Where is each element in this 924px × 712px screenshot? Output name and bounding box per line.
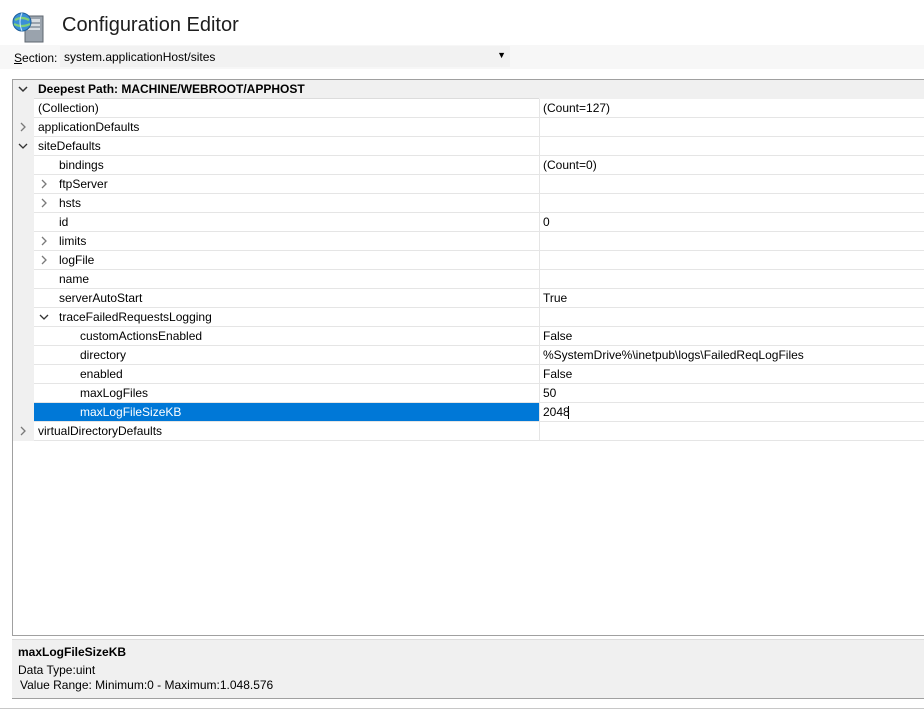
property-name: serverAutoStart: [59, 291, 143, 305]
section-dropdown[interactable]: system.applicationHost/sites ▼: [60, 46, 510, 67]
property-name: maxLogFiles: [80, 386, 149, 400]
config-editor-icon: [11, 10, 47, 46]
deepest-path-label: Deepest Path: MACHINE/WEBROOT/APPHOST: [38, 82, 305, 96]
info-property-name: maxLogFileSizeKB: [18, 645, 127, 659]
table-row[interactable]: serverAutoStart True: [13, 289, 924, 308]
chevron-down-icon: ▼: [497, 50, 506, 60]
property-name: bindings: [59, 158, 104, 172]
property-name: name: [59, 272, 90, 286]
property-value: 50: [543, 386, 557, 400]
table-row-selected[interactable]: maxLogFileSizeKB 2048: [13, 403, 924, 422]
property-name: ftpServer: [59, 177, 108, 191]
table-row[interactable]: siteDefaults: [13, 137, 924, 156]
page-title: Configuration Editor: [62, 14, 239, 36]
property-value: (Count=0): [543, 158, 597, 172]
property-name: limits: [59, 234, 87, 248]
value-edit-field[interactable]: 2048: [539, 403, 924, 422]
info-data-type: Data Type:uint: [18, 663, 96, 677]
table-row[interactable]: name: [13, 270, 924, 289]
table-row[interactable]: customActionsEnabled False: [13, 327, 924, 346]
table-row[interactable]: limits: [13, 232, 924, 251]
property-name: (Collection): [38, 101, 99, 115]
property-name: hsts: [59, 196, 82, 210]
property-name: virtualDirectoryDefaults: [38, 424, 163, 438]
text-caret: [568, 406, 569, 419]
property-value: False: [543, 329, 573, 343]
property-name: directory: [80, 348, 127, 362]
property-name: traceFailedRequestsLogging: [59, 310, 212, 324]
table-row[interactable]: (Collection) (Count=127): [13, 99, 924, 118]
property-name: id: [59, 215, 69, 229]
property-name: siteDefaults: [38, 139, 101, 153]
info-value-range: Value Range: Minimum:0 - Maximum:1.048.5…: [20, 678, 274, 692]
table-row[interactable]: logFile: [13, 251, 924, 270]
section-value: system.applicationHost/sites: [64, 50, 216, 64]
property-value: 2048: [543, 405, 570, 419]
property-name: applicationDefaults: [38, 120, 140, 134]
table-row[interactable]: virtualDirectoryDefaults: [13, 422, 924, 441]
chevron-right-icon[interactable]: [38, 195, 52, 211]
chevron-right-icon[interactable]: [17, 119, 31, 135]
table-row[interactable]: bindings (Count=0): [13, 156, 924, 175]
property-value: %SystemDrive%\inetpub\logs\FailedReqLogF…: [543, 348, 804, 362]
table-row[interactable]: ftpServer: [13, 175, 924, 194]
chevron-down-icon[interactable]: [17, 81, 31, 97]
table-row[interactable]: applicationDefaults: [13, 118, 924, 137]
chevron-right-icon[interactable]: [38, 176, 52, 192]
chevron-right-icon[interactable]: [17, 423, 31, 439]
grid-header-row[interactable]: Deepest Path: MACHINE/WEBROOT/APPHOST: [13, 80, 924, 99]
property-name: logFile: [59, 253, 95, 267]
divider: [0, 708, 924, 709]
property-grid[interactable]: Deepest Path: MACHINE/WEBROOT/APPHOST (C…: [12, 79, 924, 636]
property-name: customActionsEnabled: [80, 329, 203, 343]
table-row[interactable]: enabled False: [13, 365, 924, 384]
chevron-down-icon[interactable]: [17, 138, 31, 154]
property-name: enabled: [80, 367, 123, 381]
chevron-right-icon[interactable]: [38, 233, 52, 249]
table-row[interactable]: maxLogFiles 50: [13, 384, 924, 403]
property-value: 0: [543, 215, 550, 229]
section-label: Section:: [14, 51, 58, 65]
property-value: True: [543, 291, 568, 305]
table-row[interactable]: traceFailedRequestsLogging: [13, 308, 924, 327]
property-info-panel: maxLogFileSizeKB Data Type:uint Value Ra…: [12, 639, 924, 699]
chevron-down-icon[interactable]: [38, 309, 52, 325]
chevron-right-icon[interactable]: [38, 252, 52, 268]
property-value: False: [543, 367, 573, 381]
table-row[interactable]: id 0: [13, 213, 924, 232]
table-row[interactable]: hsts: [13, 194, 924, 213]
property-value: (Count=127): [543, 101, 611, 115]
property-name: maxLogFileSizeKB: [80, 405, 182, 419]
table-row[interactable]: directory %SystemDrive%\inetpub\logs\Fai…: [13, 346, 924, 365]
